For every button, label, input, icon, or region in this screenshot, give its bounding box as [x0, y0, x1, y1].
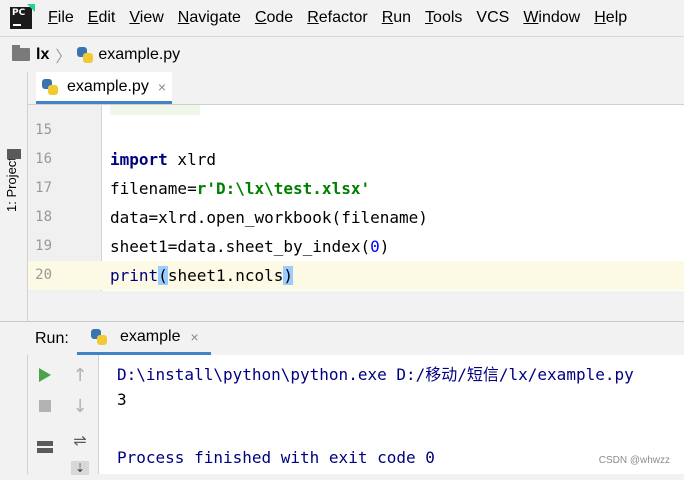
menu-help[interactable]: Help — [594, 9, 627, 27]
code-line[interactable]: 18 data=xlrd.open_workbook(filename) — [28, 203, 684, 232]
run-title: Run: — [35, 330, 69, 347]
menu-refactor[interactable]: Refactor — [307, 9, 367, 27]
menu-edit[interactable]: Edit — [88, 9, 116, 27]
chevron-right-icon: 〉 — [55, 48, 72, 66]
python-file-icon — [77, 46, 94, 63]
scroll-to-end-icon[interactable]: ⇣ — [68, 456, 92, 480]
editor-tab-bar: example.py × — [28, 72, 684, 105]
tab-label: example.py — [67, 77, 149, 95]
menu-vcs[interactable]: VCS — [476, 9, 509, 27]
down-arrow-icon[interactable]: ↓ — [68, 394, 92, 418]
console-line: 3 — [117, 390, 127, 409]
watermark: CSDN @whwzz — [598, 455, 670, 466]
menu-tools[interactable]: Tools — [425, 9, 462, 27]
menu-code[interactable]: Code — [255, 9, 293, 27]
project-tool-button[interactable]: 1: Project — [4, 157, 19, 212]
folder-icon — [12, 45, 30, 61]
project-folder-icon[interactable] — [7, 149, 21, 159]
code-line[interactable]: 15 — [28, 116, 684, 145]
breadcrumb-project[interactable]: lx — [36, 46, 49, 64]
left-tool-strip: 1: Project — [0, 72, 28, 474]
console-line: D:\install\python\python.exe D:/移动/短信/lx… — [117, 365, 634, 384]
menu-file[interactable]: File — [48, 9, 74, 27]
soft-wrap-icon[interactable]: ⇌ — [68, 429, 92, 453]
code-editor[interactable]: 15 16 import xlrd 17 filename=r'D:\lx\te… — [28, 105, 684, 291]
close-icon[interactable]: × — [190, 329, 198, 345]
menu-view[interactable]: View — [129, 9, 163, 27]
pycharm-logo-icon: PC — [10, 4, 35, 29]
code-line[interactable]: 16 import xlrd — [28, 145, 684, 174]
rerun-icon[interactable] — [33, 363, 57, 387]
menu-window[interactable]: Window — [523, 9, 580, 27]
close-icon[interactable]: × — [158, 79, 166, 95]
menu-navigate[interactable]: Navigate — [178, 9, 241, 27]
code-line[interactable]: 17 filename=r'D:\lx\test.xlsx' — [28, 174, 684, 203]
folded-code-region — [110, 105, 200, 115]
up-arrow-icon[interactable]: ↑ — [68, 363, 92, 387]
run-tab-example[interactable]: example × — [77, 322, 211, 355]
console-line: Process finished with exit code 0 — [117, 448, 435, 467]
menu-bar: PC File Edit View Navigate Code Refactor… — [0, 0, 684, 36]
run-tab-label: example — [120, 328, 181, 345]
code-line[interactable]: 19 sheet1=data.sheet_by_index(0) — [28, 232, 684, 261]
run-panel-header: Run: example × — [0, 321, 684, 355]
python-run-config-icon — [91, 329, 107, 345]
run-toolbar: ↑ ↓ ⇌ ⇣ — [28, 355, 99, 475]
layout-icon[interactable] — [33, 435, 57, 459]
stop-icon[interactable] — [33, 394, 57, 418]
run-console[interactable]: D:\install\python\python.exe D:/移动/短信/lx… — [99, 355, 684, 474]
menu-run[interactable]: Run — [382, 9, 411, 27]
code-line-current[interactable]: 20 print(sheet1.ncols) — [28, 261, 684, 290]
tab-example-py[interactable]: example.py × — [36, 72, 173, 104]
python-file-icon — [42, 78, 58, 95]
breadcrumb-file[interactable]: example.py — [98, 46, 180, 64]
breadcrumb: lx 〉 example.py — [0, 36, 684, 73]
